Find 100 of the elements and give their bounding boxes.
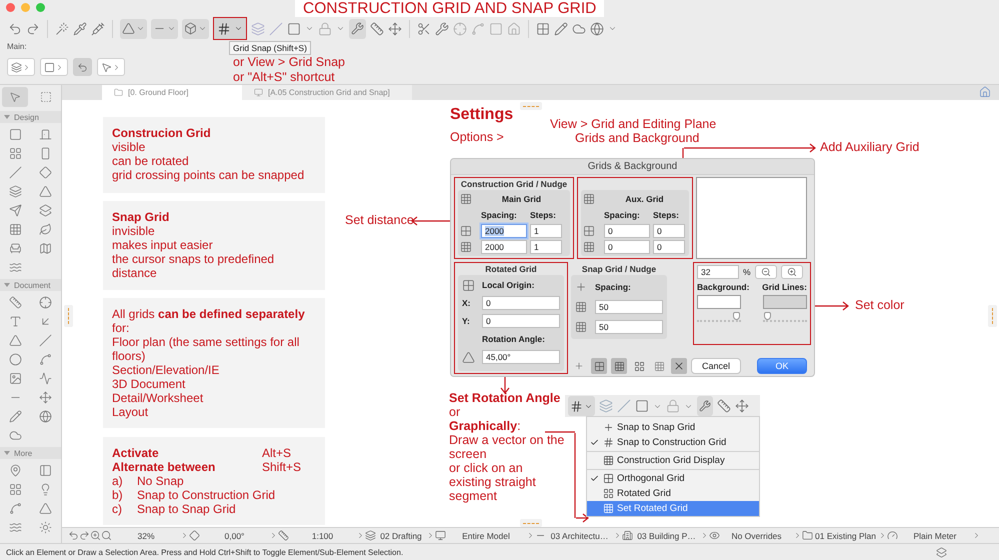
section-header[interactable]: Design [0, 111, 61, 123]
syringe-icon[interactable] [91, 22, 105, 36]
curve-icon[interactable] [8, 502, 22, 515]
curve-icon[interactable] [471, 22, 485, 36]
grid-icon[interactable] [8, 483, 22, 496]
pencil-icon[interactable] [554, 22, 568, 36]
circle-icon[interactable] [8, 353, 22, 366]
crosshair-icon[interactable] [453, 22, 467, 36]
color-swatch[interactable] [697, 295, 741, 309]
menu-item[interactable]: Set Rotated Grid [587, 501, 759, 516]
undo-icon[interactable] [8, 22, 22, 36]
menu-item[interactable]: Orthogonal Grid [587, 471, 759, 486]
spacing-field[interactable]: 0 [604, 240, 650, 254]
status-item[interactable]: 0,00° [189, 530, 278, 541]
undo-icon[interactable] [68, 530, 79, 541]
angle-field[interactable]: 45,00° [482, 350, 560, 364]
close-button[interactable] [671, 358, 687, 374]
steps-field[interactable]: 1 [530, 240, 562, 254]
redo-icon[interactable] [79, 530, 90, 541]
spacing-field[interactable]: 0 [604, 224, 650, 238]
rotate-button[interactable] [73, 58, 92, 76]
zoom-out-button[interactable] [754, 265, 777, 279]
grid-snap-button[interactable] [213, 17, 247, 40]
square-icon[interactable] [489, 22, 503, 36]
status-item[interactable]: 1:100 [278, 530, 365, 541]
lock-icon[interactable] [318, 22, 332, 36]
grid-icon[interactable] [536, 22, 550, 36]
y-field[interactable]: 0 [482, 314, 560, 328]
house-icon[interactable] [979, 86, 991, 98]
square-icon[interactable] [287, 22, 301, 36]
ruler-icon[interactable] [370, 22, 384, 36]
toolbox-button[interactable] [349, 18, 366, 38]
pin-icon[interactable] [8, 464, 22, 477]
scissors-icon[interactable] [417, 22, 431, 36]
resize-handle[interactable] [64, 305, 73, 327]
layers-icon[interactable] [39, 204, 52, 217]
menu-item[interactable]: Snap to Construction Grid [587, 435, 759, 450]
grid-snap-button[interactable] [568, 396, 595, 416]
spacing-field[interactable]: 50 [595, 300, 663, 314]
pointer-button[interactable] [97, 58, 125, 76]
caret-icon[interactable] [336, 24, 345, 33]
grid-button[interactable] [591, 358, 607, 374]
door-icon[interactable] [39, 128, 52, 141]
sun-icon[interactable] [39, 521, 52, 534]
wave-icon[interactable] [8, 521, 22, 534]
grid-button[interactable] [611, 358, 627, 374]
caret-icon[interactable] [305, 24, 314, 33]
cancel-button[interactable]: Cancel [691, 358, 741, 374]
box-button[interactable] [182, 18, 209, 38]
globe-icon[interactable] [590, 22, 604, 36]
cloud-icon[interactable] [8, 429, 22, 442]
menu-item[interactable]: Construction Grid Display [587, 453, 759, 468]
house-icon[interactable] [507, 22, 521, 36]
view-button[interactable] [40, 58, 68, 76]
spacing-field[interactable]: 2000 [481, 224, 527, 238]
arrow-tool[interactable] [2, 87, 28, 107]
status-item[interactable]: Entire Model [435, 530, 535, 541]
wrench-icon[interactable] [435, 22, 449, 36]
cloud-icon[interactable] [572, 22, 586, 36]
layer-button[interactable] [7, 58, 35, 76]
status-item[interactable]: 03 Building P… [622, 530, 709, 541]
slider-thumb[interactable] [764, 312, 772, 320]
resize-handle[interactable] [520, 519, 542, 527]
move-icon[interactable] [39, 391, 52, 404]
status-item[interactable]: 02 Drafting [365, 530, 435, 541]
chair-icon[interactable] [8, 242, 22, 255]
spacing-field[interactable]: 50 [595, 320, 663, 334]
zoom-in-icon[interactable] [90, 530, 101, 541]
eyedropper-icon[interactable] [73, 22, 87, 36]
menu-item[interactable]: Snap to Snap Grid [587, 420, 759, 435]
steps-field[interactable]: 1 [530, 224, 562, 238]
status-item[interactable]: 32% [101, 530, 189, 541]
redo-icon[interactable] [26, 22, 40, 36]
resize-handle[interactable] [520, 102, 542, 110]
caret-icon[interactable] [608, 24, 617, 33]
line-icon[interactable] [39, 334, 52, 347]
zoom-in-button[interactable] [780, 265, 803, 279]
status-item[interactable]: 03 Architectu… [535, 530, 622, 541]
status-item[interactable]: 01 Existing Plan [802, 530, 887, 541]
resize-handle[interactable] [988, 305, 997, 327]
steps-field[interactable]: 0 [653, 224, 685, 238]
wand-icon[interactable] [55, 22, 69, 36]
globe-icon[interactable] [39, 410, 52, 423]
layers-icon[interactable] [599, 399, 613, 413]
zoom-field[interactable]: 32 [697, 265, 739, 279]
leaf-icon[interactable] [39, 223, 52, 236]
square-icon[interactable] [635, 399, 649, 413]
grid-icon[interactable] [8, 223, 22, 236]
x-field[interactable]: 0 [482, 296, 560, 310]
angle-button[interactable] [120, 18, 147, 38]
status-item[interactable]: Plain Meter [887, 530, 981, 541]
color-swatch[interactable] [763, 295, 807, 309]
status-item[interactable]: No Overrides [709, 530, 802, 541]
menu-item[interactable]: Rotated Grid [587, 486, 759, 501]
tab[interactable]: [0. Ground Floor] [102, 85, 242, 100]
lock-icon[interactable] [666, 399, 680, 413]
slider-thumb[interactable] [732, 312, 740, 320]
text-icon[interactable] [8, 315, 22, 328]
steps-field[interactable]: 0 [653, 240, 685, 254]
spacing-field[interactable]: 2000 [481, 240, 527, 254]
